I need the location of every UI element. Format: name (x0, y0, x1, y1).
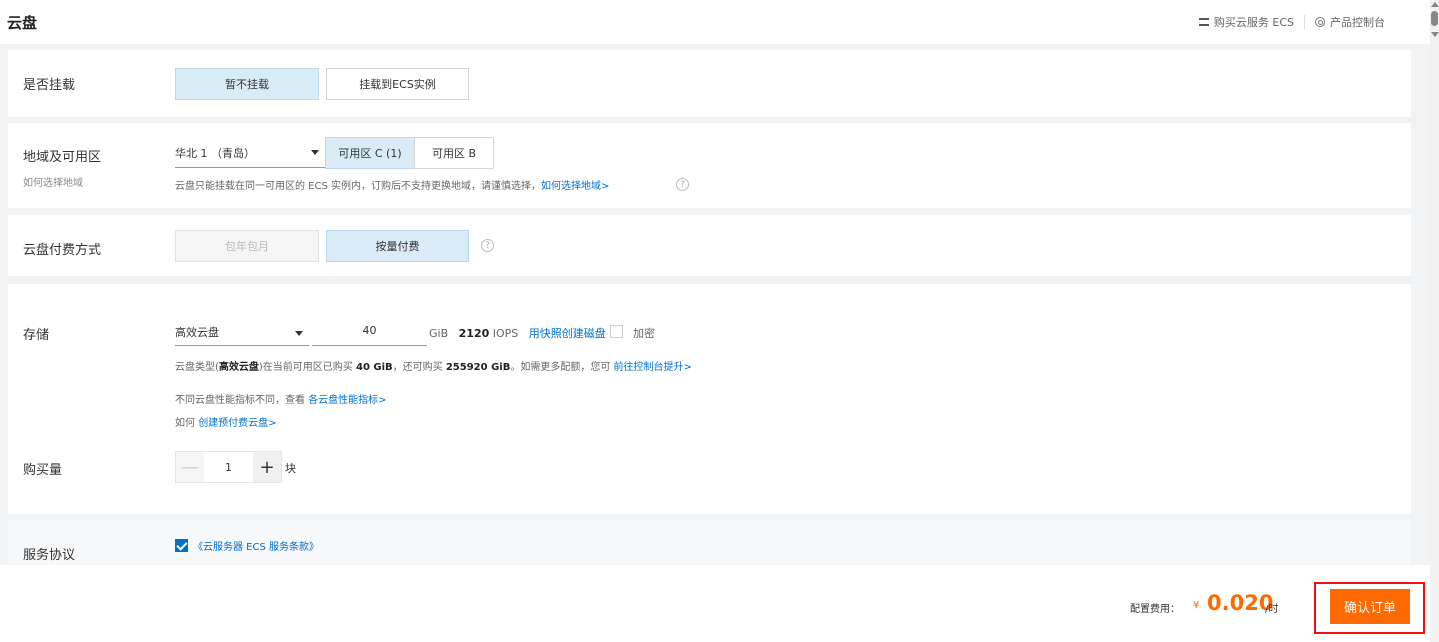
storage-section: 存储 高效云盘 40 GiB 2120 IOPS 用快照创建磁盘 加密 云盘类型… (8, 284, 1411, 514)
billing-section: 云盘付费方式 包年包月 按量付费 ? (8, 215, 1411, 276)
quantity-label: 购买量 (23, 463, 63, 478)
perf-text: 不同云盘性能指标不同，查看 (175, 395, 309, 406)
fee-unit: /时 (1265, 604, 1279, 615)
header-links: 购买云服务 ECS 产品控制台 (1198, 14, 1385, 30)
region-hint-text: 云盘只能挂载在同一可用区的 ECS 实例内，订购后不支持更换地域，请谨慎选择， (175, 181, 542, 192)
checkbox-icon[interactable] (175, 539, 188, 552)
divider (1304, 15, 1305, 29)
region-select[interactable]: 华北 1 （青岛） (175, 145, 325, 168)
help-icon[interactable]: ? (676, 178, 689, 191)
console-link[interactable]: 产品控制台 (1315, 14, 1385, 30)
perf-hint: 不同云盘性能指标不同，查看 各云盘性能指标> (175, 391, 387, 406)
perf-link[interactable]: 各云盘性能指标> (308, 395, 386, 406)
quota-hint: 云盘类型(高效云盘)在当前可用区已购买 40 GiB，还可购买 255920 G… (175, 358, 692, 373)
billing-option-payasyougo[interactable]: 按量付费 (326, 230, 469, 262)
confirm-highlight: 确认订单 (1314, 582, 1425, 634)
quota-prefix: 云盘类型( (175, 362, 219, 373)
encrypt-checkbox[interactable] (610, 325, 623, 338)
billing-option-subscription[interactable]: 包年包月 (175, 230, 319, 262)
region-sublabel: 如何选择地域 (23, 178, 83, 189)
disk-type-value: 高效云盘 (175, 326, 219, 339)
mount-option-none[interactable]: 暂不挂载 (175, 68, 319, 100)
disk-size-input[interactable]: 40 (312, 318, 427, 346)
region-section: 地域及可用区 如何选择地域 华北 1 （青岛） 可用区 C (1) 可用区 B … (8, 123, 1411, 208)
region-help-link[interactable]: 如何选择地域> (541, 181, 609, 192)
snapshot-link[interactable]: 用快照创建磁盘 (529, 327, 606, 340)
mount-label: 是否挂载 (23, 78, 76, 93)
disk-spec: GiB 2120 IOPS 用快照创建磁盘 (429, 325, 606, 341)
prepaid-text: 如何 (175, 418, 199, 429)
billing-label: 云盘付费方式 (23, 243, 102, 258)
help-icon[interactable]: ? (481, 239, 494, 252)
order-footer: 配置费用： ¥ 0.020 /时 确认订单 (0, 565, 1430, 642)
quantity-unit: 块 (285, 462, 296, 475)
encrypt-label: 加密 (633, 327, 655, 340)
quota-type: 高效云盘 (218, 362, 259, 373)
mount-section: 是否挂载 暂不挂载 挂载到ECS实例 (8, 50, 1411, 117)
console-label: 产品控制台 (1330, 16, 1385, 29)
region-select-value: 华北 1 （青岛） (175, 147, 255, 160)
confirm-order-button[interactable]: 确认订单 (1330, 589, 1410, 624)
agreement-label: 服务协议 (23, 548, 76, 563)
fee-label: 配置费用： (1130, 604, 1180, 615)
currency-symbol: ¥ (1193, 600, 1200, 611)
scroll-down-icon[interactable] (1431, 32, 1439, 37)
server-icon (1198, 18, 1209, 26)
chevron-down-icon (295, 331, 303, 336)
agreement-section: 服务协议 《云服务器 ECS 服务条款》 (8, 520, 1411, 565)
storage-label: 存储 (23, 328, 50, 343)
fee-amount: 0.020 (1207, 591, 1274, 615)
region-hint: 云盘只能挂载在同一可用区的 ECS 实例内，订购后不支持更换地域，请谨慎选择，如… (175, 177, 609, 192)
quota-mid2: ，还可购买 (392, 362, 446, 373)
scroll-up-icon[interactable] (1431, 2, 1439, 7)
gear-icon (1315, 17, 1325, 27)
quota-bought: 40 GiB (356, 362, 393, 373)
chevron-down-icon (311, 150, 319, 155)
quantity-stepper: — 1 + (175, 451, 282, 483)
page-title: 云盘 (7, 14, 38, 32)
quota-link[interactable]: 前往控制台提升> (614, 362, 692, 373)
quota-mid1: )在当前可用区已购买 (258, 362, 356, 373)
zone-c-tab[interactable]: 可用区 C (1) (325, 137, 415, 169)
prepaid-link[interactable]: 创建预付费云盘> (198, 418, 276, 429)
quota-remaining: 255920 GiB (445, 362, 511, 373)
increment-button[interactable]: + (253, 451, 282, 483)
region-label: 地域及可用区 (23, 150, 102, 165)
zone-b-tab[interactable]: 可用区 B (414, 137, 494, 169)
scrollbar[interactable] (1430, 0, 1439, 642)
buy-ecs-label: 购买云服务 ECS (1213, 16, 1294, 29)
scroll-thumb[interactable] (1431, 11, 1438, 26)
terms-link[interactable]: 《云服务器 ECS 服务条款》 (193, 538, 319, 553)
buy-ecs-link[interactable]: 购买云服务 ECS (1198, 14, 1294, 30)
quota-suffix: 。如需更多配额，您可 (510, 362, 614, 373)
size-unit: GiB (429, 327, 449, 340)
decrement-button[interactable]: — (175, 451, 204, 483)
quantity-input[interactable]: 1 (204, 451, 253, 483)
iops-number: 2120 (458, 327, 490, 340)
iops-unit: IOPS (492, 327, 519, 340)
prepaid-hint: 如何 创建预付费云盘> (175, 414, 277, 429)
mount-option-ecs[interactable]: 挂载到ECS实例 (326, 68, 469, 100)
page-header: 云盘 购买云服务 ECS 产品控制台 (0, 0, 1430, 44)
disk-type-select[interactable]: 高效云盘 (175, 324, 309, 346)
